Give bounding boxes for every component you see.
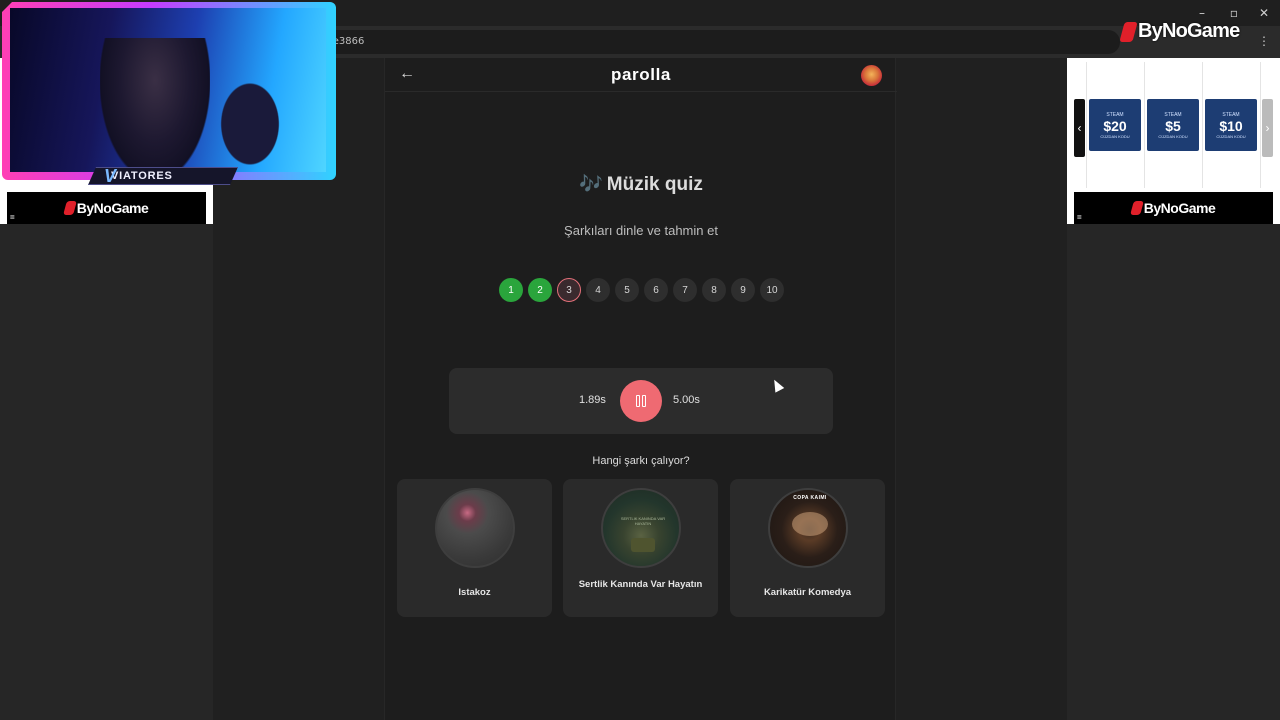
bynogame-logo-icon [62,201,77,215]
corner-logo: ByNoGame [1119,20,1240,43]
webcam-overlay: VIATORES V [0,0,338,186]
total-time: 5.00s [673,394,700,406]
steam-sub: CÜZDAN KODU [1100,133,1130,139]
step-indicator[interactable]: 7 [673,278,697,302]
app-panel: ← parolla 🎶 Müzik quiz Şarkıları dinle ve… [384,58,897,720]
steam-value: $5 [1165,117,1181,134]
app-header: ← parolla [385,58,897,92]
steam-value: $20 [1103,117,1127,134]
album-art-shape [792,512,828,536]
album-art-shape [631,538,655,552]
step-indicator[interactable]: 9 [731,278,755,302]
divider [1086,62,1087,188]
music-note-icon: 🎶 [579,174,603,195]
question-text: Hangi şarkı çalıyor? [592,455,690,467]
pause-button[interactable] [620,380,662,422]
steam-card[interactable]: STEAM $10 CÜZDAN KODU [1205,99,1257,151]
answer-options: Istakoz SERTLIK KANINDA VAR HAYATIN Sert… [397,479,885,617]
steam-sub: CÜZDAN KODU [1216,133,1246,139]
step-indicator[interactable]: 2 [528,278,552,302]
webcam-feed [10,8,326,172]
quiz-subtitle: Şarkıları dinle ve tahmin et [564,223,718,238]
steam-card[interactable]: STEAM $5 CÜZDAN KODU [1147,99,1199,151]
right-gutter [1067,224,1280,720]
carousel-right-arrow-icon[interactable]: › [1262,99,1273,157]
divider [1260,62,1261,188]
answer-label: Istakoz [458,587,491,598]
quiz-title-text: Müzik quiz [606,174,703,195]
step-indicator[interactable]: 4 [586,278,610,302]
album-art-text: COPA KAIMI [793,495,827,501]
streamer-silhouette [100,38,210,172]
steam-sub: CÜZDAN KODU [1158,133,1188,139]
answer-label: Karikatür Komedya [763,587,852,598]
answer-label: Sertlik Kanında Var Hayatın [578,579,703,590]
bynogame-logo-icon [1129,201,1144,215]
close-icon[interactable]: ✕ [1254,6,1274,20]
answer-option[interactable]: SERTLIK KANINDA VAR HAYATIN Sertlik Kanı… [563,479,718,617]
address-bar[interactable] [300,30,1120,54]
step-indicator[interactable]: 6 [644,278,668,302]
album-art: SERTLIK KANINDA VAR HAYATIN [601,488,681,568]
screen: – ▫ ✕ ← 36e3866 ⋮ ‹ ByNoGame = ‹ STEAM $… [0,0,1280,720]
maximize-icon[interactable]: ▫ [1224,6,1244,20]
quiz-title: 🎶 Müzik quiz [385,172,897,196]
carousel-left-arrow-icon[interactable]: ‹ [1074,99,1085,157]
divider [1144,62,1145,188]
answer-option[interactable]: COPA KAIMI Karikatür Komedya [730,479,885,617]
more-vertical-icon[interactable]: ⋮ [1258,34,1270,48]
chair-silhouette [210,68,290,172]
streamer-name: VIATORES [111,170,173,182]
pause-icon [642,395,646,407]
app-title: parolla [611,65,671,84]
step-indicator[interactable]: 5 [615,278,639,302]
corner-logo-text: ByNoGame [1138,20,1240,42]
question-stepper: 1 2 3 4 5 6 7 8 9 10 [499,278,784,302]
step-indicator-current[interactable]: 3 [557,278,581,302]
bynogame-logo-icon [1119,21,1138,42]
banner-text: ByNoGame [1143,200,1216,216]
steam-card[interactable]: STEAM $20 CÜZDAN KODU [1089,99,1141,151]
answer-option[interactable]: Istakoz [397,479,552,617]
banner-eq-icon: = [10,213,15,222]
v-logo-icon: V [104,166,117,186]
step-indicator[interactable]: 1 [499,278,523,302]
divider [1202,62,1203,188]
banner-eq-icon: = [1077,213,1082,222]
album-art-text: SERTLIK KANINDA VAR HAYATIN [620,516,666,526]
right-bynogame-banner[interactable]: ByNoGame = [1074,192,1273,224]
step-indicator[interactable]: 10 [760,278,784,302]
banner-text: ByNoGame [76,200,149,216]
step-indicator[interactable]: 8 [702,278,726,302]
steam-value: $10 [1219,117,1243,134]
left-bynogame-banner[interactable]: ByNoGame = [7,192,206,224]
album-art [435,488,515,568]
elapsed-time: 1.89s [579,394,606,406]
left-gutter [0,224,213,720]
minimize-icon[interactable]: – [1192,6,1212,20]
pause-icon [636,395,640,407]
album-art: COPA KAIMI [768,488,848,568]
avatar[interactable] [861,65,882,86]
